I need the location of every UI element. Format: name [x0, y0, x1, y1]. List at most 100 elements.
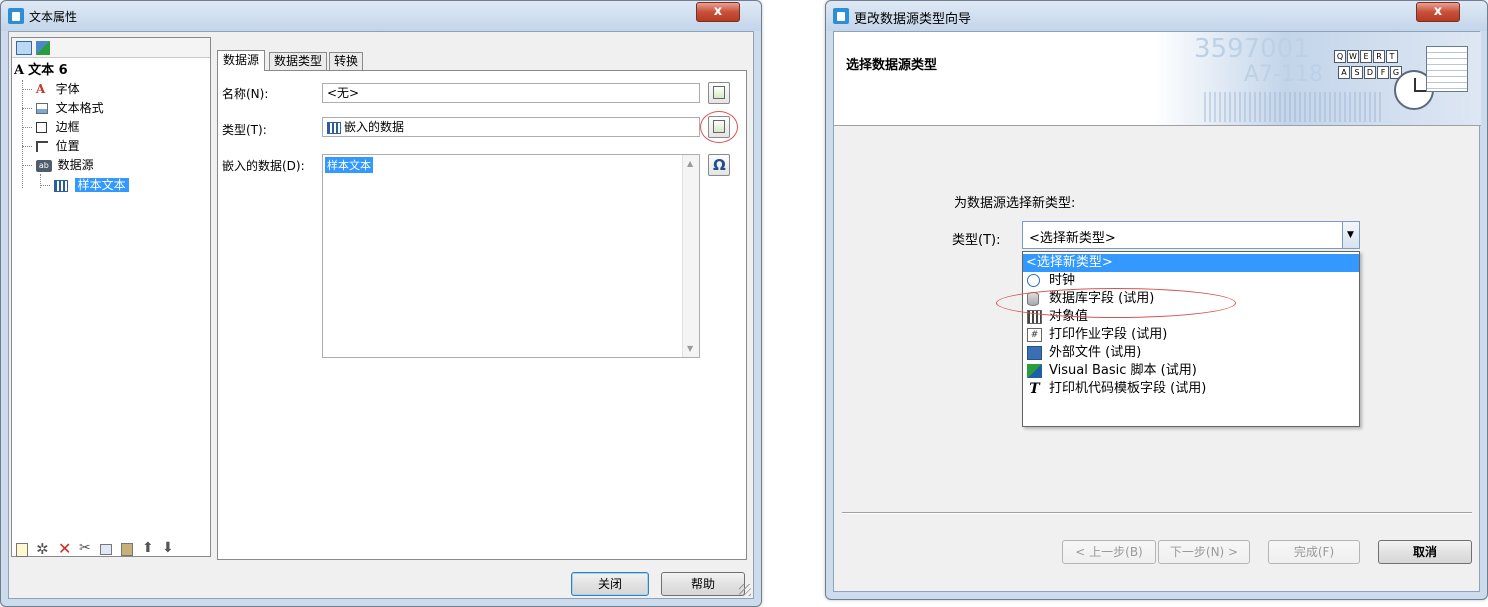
close-window-button[interactable]: x — [696, 2, 740, 22]
type-combobox[interactable]: <选择新类型> ▼ — [1022, 221, 1360, 249]
new-item-icon[interactable] — [16, 543, 28, 557]
clock-icon — [1027, 274, 1040, 287]
font-icon: A — [35, 82, 46, 96]
close-button[interactable]: 关闭 — [571, 572, 649, 596]
insert-special-char-button[interactable]: Ω — [708, 154, 730, 176]
app-icon — [833, 8, 849, 24]
dialog-body: A 文本 6 A 字体 文本格式 边框 位置 ab 数据源 样本文本 ✲ ✕ ✂… — [8, 31, 754, 599]
keyboard-key: S — [1351, 66, 1363, 79]
keyboard-keys-graphic: QWERT ASDFG — [1334, 50, 1404, 90]
keyboard-key: A — [1338, 66, 1350, 79]
highlight-circle — [700, 111, 738, 143]
keyboard-key: F — [1377, 66, 1389, 79]
tab-datasource[interactable]: 数据源 — [217, 50, 266, 71]
finish-button[interactable]: 完成(F) — [1268, 540, 1360, 564]
banner-number: 3597001 — [1194, 34, 1310, 64]
tree-root-label: 文本 6 — [28, 63, 68, 78]
type-label: 类型(T): — [222, 123, 267, 137]
dropdown-button[interactable]: ▼ — [1342, 222, 1359, 248]
embedded-data-textarea[interactable]: 样本文本 ▲ ▼ — [322, 154, 700, 358]
embedded-data-label: 嵌入的数据(D): — [222, 159, 305, 173]
print-job-icon: # — [1027, 328, 1042, 342]
resize-grip-icon[interactable] — [739, 584, 751, 596]
back-button[interactable]: < 上一步(B) — [1062, 540, 1156, 564]
tree-actions-toolbar: ✲ ✕ ✂ ⬆ ⬇ — [11, 539, 211, 560]
tree-item-text-format[interactable]: 文本格式 — [22, 100, 104, 117]
tree-item-position[interactable]: 位置 — [22, 138, 80, 155]
keyboard-key: D — [1364, 66, 1376, 79]
cancel-button[interactable]: 取消 — [1378, 540, 1472, 564]
embedded-data-value: 样本文本 — [325, 157, 373, 173]
printer-code-icon: T — [1029, 381, 1040, 397]
name-field[interactable]: <无> — [322, 83, 700, 103]
dropdown-option-label: 外部文件 (试用) — [1049, 345, 1142, 360]
cut-icon[interactable]: ✂ — [79, 540, 91, 556]
text-properties-window: 文本属性 x A 文本 6 A 字体 文本格式 边框 位置 ab 数据源 样本文… — [0, 0, 762, 607]
tree-toolbar — [12, 38, 210, 58]
vb-script-icon — [1027, 364, 1042, 378]
chevron-down-icon: ▼ — [1347, 230, 1354, 240]
tree-item-selected-label: 样本文本 — [74, 178, 129, 192]
move-up-icon[interactable]: ⬆ — [142, 540, 154, 556]
barcode-graphic — [1204, 92, 1384, 122]
scroll-down-arrow-icon[interactable]: ▼ — [687, 344, 693, 353]
tree-panel: A 文本 6 A 字体 文本格式 边框 位置 ab 数据源 样本文本 — [11, 37, 211, 557]
expand-view-icon[interactable] — [16, 41, 32, 55]
app-icon — [8, 8, 24, 24]
name-browse-button[interactable] — [708, 82, 730, 104]
tree-item-font[interactable]: A 字体 — [22, 81, 80, 98]
tree-item-border[interactable]: 边框 — [22, 119, 80, 136]
type-combobox-value: <选择新类型> — [1029, 231, 1116, 246]
next-button[interactable]: 下一步(N) > — [1158, 540, 1250, 564]
help-button[interactable]: 帮助 — [661, 572, 745, 596]
embedded-data-icon — [53, 179, 68, 192]
tree-item-label: 数据源 — [57, 158, 94, 172]
dropdown-option-label: 打印作业字段 (试用) — [1049, 327, 1168, 342]
wizard-header: 选择数据源类型 3597001 A7-118 QWERT ASDFG — [834, 32, 1481, 126]
paste-icon[interactable] — [121, 543, 133, 556]
form-document-icon — [1426, 46, 1468, 92]
delete-icon[interactable]: ✕ — [58, 539, 71, 558]
copy-view-icon[interactable] — [36, 41, 50, 55]
dropdown-option-select-new-type[interactable]: <选择新类型> — [1023, 254, 1359, 272]
dropdown-option-label: Visual Basic 脚本 (试用) — [1049, 363, 1197, 378]
change-datasource-wizard-window: 更改数据源类型向导 x 选择数据源类型 3597001 A7-118 QWERT… — [825, 0, 1488, 600]
keyboard-key: T — [1386, 50, 1398, 63]
close-window-button[interactable]: x — [1416, 2, 1460, 22]
tree-item-datasource[interactable]: ab 数据源 — [22, 157, 94, 174]
tab-datatype[interactable]: 数据类型 — [269, 52, 328, 70]
datasource-icon: ab — [35, 159, 52, 172]
tab-transform[interactable]: 转换 — [329, 52, 364, 70]
tree-item-sample-text[interactable]: 样本文本 — [40, 177, 129, 194]
tree-item-label: 边框 — [55, 120, 80, 134]
keyboard-key: R — [1373, 50, 1385, 63]
move-down-icon[interactable]: ⬇ — [162, 540, 174, 556]
keyboard-row: ASDFG — [1338, 66, 1402, 79]
tree-item-label: 位置 — [55, 139, 80, 153]
textarea-scrollbar[interactable]: ▲ ▼ — [682, 155, 699, 357]
tree-root[interactable]: A 文本 6 — [14, 62, 68, 79]
footer-separator — [842, 512, 1472, 514]
omega-icon: Ω — [713, 156, 726, 174]
star-icon[interactable]: ✲ — [36, 540, 49, 558]
header-banner-graphic: 3597001 A7-118 QWERT ASDFG — [1154, 32, 1481, 125]
wizard-body: 选择数据源类型 3597001 A7-118 QWERT ASDFG 为数据源选… — [833, 31, 1481, 592]
banner-code: A7-118 — [1244, 62, 1323, 87]
browse-icon — [713, 86, 725, 99]
title-bar[interactable]: 文本属性 x — [1, 1, 761, 31]
tree-item-label: 字体 — [55, 82, 80, 96]
type-value: 嵌入的数据 — [344, 120, 405, 134]
window-title: 更改数据源类型向导 — [854, 12, 972, 27]
dropdown-option-label: <选择新类型> — [1026, 255, 1113, 270]
window-title: 文本属性 — [29, 10, 78, 24]
scroll-up-arrow-icon[interactable]: ▲ — [687, 159, 693, 168]
type-field[interactable]: 嵌入的数据 — [322, 117, 700, 137]
keyboard-key: W — [1347, 50, 1359, 63]
text-object-icon: A — [14, 63, 25, 78]
title-bar[interactable]: 更改数据源类型向导 x — [826, 1, 1487, 31]
name-label: 名称(N): — [222, 87, 269, 101]
copy-icon[interactable] — [100, 544, 112, 555]
type-label: 类型(T): — [952, 233, 1001, 248]
tree-item-label: 文本格式 — [55, 101, 104, 115]
prompt-text: 为数据源选择新类型: — [954, 196, 1076, 211]
